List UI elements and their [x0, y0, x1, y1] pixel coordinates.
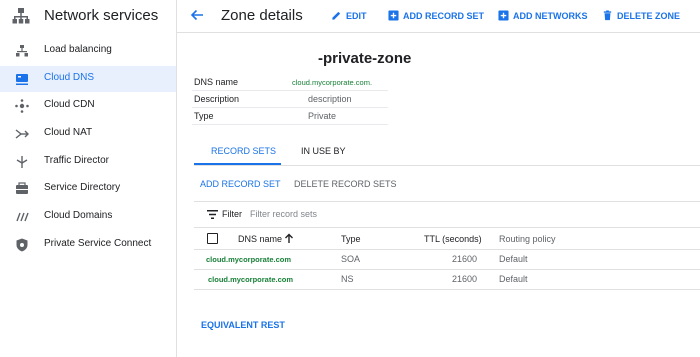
- page-header: Zone details EDIT ADD RECORD SET ADD NET…: [177, 0, 700, 33]
- sort-ascending-icon[interactable]: [284, 233, 294, 244]
- sidebar-title: Network services: [44, 7, 159, 24]
- service-directory-icon: [16, 182, 28, 194]
- detail-value: description: [308, 94, 352, 104]
- row-routing-policy: Default: [499, 274, 528, 284]
- detail-key: Description: [194, 94, 240, 104]
- cloud-cdn-icon: [15, 99, 29, 113]
- network-services-logo-icon: [12, 8, 30, 24]
- column-header-ttl: TTL (seconds): [424, 234, 482, 244]
- select-all-checkbox[interactable]: [207, 233, 218, 244]
- add-record-set-button[interactable]: ADD RECORD SET: [388, 10, 484, 21]
- sidebar-item-label: Cloud NAT: [44, 127, 93, 138]
- sidebar-item-label: Traffic Director: [44, 155, 110, 166]
- row-dns-name-link[interactable]: cloud.mycorporate.com: [208, 275, 293, 284]
- active-tab-indicator: [194, 163, 281, 165]
- sidebar-item-cloud-domains[interactable]: Cloud Domains: [0, 204, 176, 230]
- filter-label: Filter: [222, 209, 242, 219]
- cloud-domains-icon: [16, 212, 29, 222]
- sidebar-item-label: Load balancing: [44, 44, 112, 55]
- add-networks-button[interactable]: ADD NETWORKS: [498, 10, 588, 21]
- page-title: Zone details: [221, 7, 303, 24]
- sidebar-item-cloud-nat[interactable]: Cloud NAT: [0, 121, 176, 147]
- edit-button[interactable]: EDIT: [331, 10, 367, 21]
- filter-input[interactable]: [250, 206, 450, 222]
- sidebar-item-label: Cloud DNS: [44, 72, 95, 83]
- sidebar: Network services Load balancing Cloud DN…: [0, 0, 177, 357]
- pencil-icon: [332, 11, 341, 20]
- delete-zone-label: DELETE ZONE: [617, 10, 681, 21]
- sidebar-item-private-service-connect[interactable]: Private Service Connect: [0, 232, 176, 258]
- equivalent-rest-link[interactable]: EQUIVALENT REST: [201, 320, 285, 330]
- trash-icon: [603, 10, 612, 21]
- column-header-routing-policy: Routing policy: [499, 234, 556, 244]
- private-service-connect-icon: [16, 238, 28, 252]
- detail-key: DNS name: [194, 77, 239, 87]
- tab-in-use-by[interactable]: IN USE BY: [301, 146, 346, 156]
- detail-value: Private: [308, 111, 337, 121]
- detail-row-type: Type Private: [192, 108, 388, 125]
- row-dns-name-link[interactable]: cloud.mycorporate.com: [206, 255, 291, 264]
- row-ttl: 21600: [452, 254, 478, 264]
- filter-icon: [207, 210, 218, 219]
- sidebar-item-label: Cloud Domains: [44, 210, 113, 221]
- row-routing-policy: Default: [499, 254, 528, 264]
- sidebar-item-traffic-director[interactable]: Traffic Director: [0, 149, 176, 175]
- sidebar-item-load-balancing[interactable]: Load balancing: [0, 38, 176, 64]
- add-box-icon: [498, 10, 509, 21]
- sidebar-item-service-directory[interactable]: Service Directory: [0, 176, 176, 202]
- delete-record-sets-button[interactable]: DELETE RECORD SETS: [294, 179, 397, 189]
- row-type: SOA: [341, 254, 361, 264]
- delete-zone-button[interactable]: DELETE ZONE: [602, 10, 680, 21]
- traffic-director-icon: [16, 156, 28, 168]
- column-header-dns-name[interactable]: DNS name: [238, 234, 282, 244]
- sidebar-item-label: Service Directory: [44, 182, 121, 193]
- zone-name: -private-zone: [318, 50, 412, 67]
- add-record-set-label: ADD RECORD SET: [403, 10, 485, 21]
- detail-value: cloud.mycorporate.com.: [292, 78, 373, 87]
- edit-label: EDIT: [346, 10, 367, 21]
- sidebar-item-label: Private Service Connect: [44, 238, 152, 249]
- back-arrow-icon[interactable]: [189, 7, 205, 23]
- sidebar-item-cloud-dns[interactable]: Cloud DNS: [0, 66, 176, 92]
- row-type: NS: [341, 274, 354, 284]
- add-record-set-link[interactable]: ADD RECORD SET: [200, 179, 281, 189]
- row-ttl: 21600: [452, 274, 478, 284]
- tab-divider: [194, 165, 700, 166]
- sidebar-item-cloud-cdn[interactable]: Cloud CDN: [0, 93, 176, 119]
- filter-bar: Filter: [194, 201, 700, 228]
- add-networks-label: ADD NETWORKS: [513, 10, 588, 21]
- column-header-type: Type: [341, 234, 361, 244]
- tab-record-sets[interactable]: RECORD SETS: [211, 146, 276, 156]
- cloud-nat-icon: [15, 129, 29, 139]
- detail-row-dns-name: DNS name cloud.mycorporate.com.: [192, 74, 388, 91]
- add-box-icon: [388, 10, 399, 21]
- detail-key: Type: [194, 111, 214, 121]
- sidebar-item-label: Cloud CDN: [44, 99, 95, 110]
- cloud-dns-icon: [16, 74, 28, 85]
- load-balancing-icon: [16, 45, 28, 57]
- detail-row-description: Description description: [192, 91, 388, 108]
- sidebar-header: Network services: [0, 0, 176, 32]
